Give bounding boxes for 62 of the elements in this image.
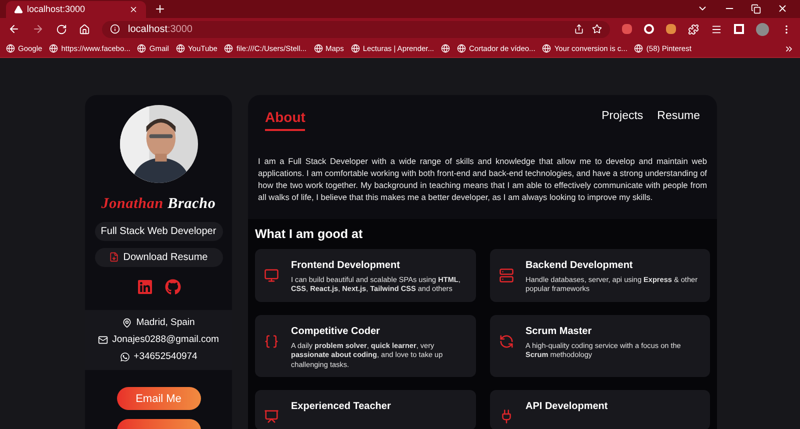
close-icon[interactable] <box>777 3 788 14</box>
restore-icon[interactable] <box>751 4 761 14</box>
presentation-icon <box>264 408 279 424</box>
tab-logo-icon <box>14 5 23 14</box>
bookmark-icon[interactable] <box>441 44 450 53</box>
cycle-icon <box>498 334 514 349</box>
browser-tab[interactable]: localhost:3000 <box>6 1 146 18</box>
download-resume-button[interactable]: Download Resume <box>94 248 222 266</box>
monitor-icon <box>264 268 279 283</box>
location-pin-icon <box>122 318 132 328</box>
close-icon[interactable] <box>129 5 138 14</box>
skill-title: Experienced Teacher <box>291 400 391 414</box>
nav-tab[interactable]: Projects <box>594 107 650 126</box>
back-icon[interactable] <box>8 23 20 35</box>
skill-title: Frontend Development <box>291 258 401 273</box>
puzzle-icon[interactable] <box>688 24 699 34</box>
phone-text: +34652540974 <box>134 350 198 364</box>
file-icon <box>109 252 120 262</box>
code-icon <box>264 334 279 349</box>
bookmark-icon[interactable] <box>137 44 146 53</box>
role-label: Full Stack Web Developer <box>94 222 222 240</box>
github-icon[interactable] <box>164 278 180 294</box>
bookmark-icon[interactable] <box>634 44 644 53</box>
star-icon[interactable] <box>592 24 602 34</box>
bookmark-icon[interactable] <box>350 44 360 53</box>
profile-avatar[interactable] <box>756 22 769 36</box>
linkedin-icon[interactable] <box>136 278 152 294</box>
home-icon[interactable] <box>79 24 90 34</box>
nav-tab[interactable]: About <box>265 107 306 131</box>
skill-title: Competitive Coder <box>291 324 381 339</box>
address-bar[interactable]: localhost:3000 <box>102 20 610 38</box>
skill-title: Scrum Master <box>526 324 593 339</box>
server-icon <box>498 268 514 283</box>
bookmark-icon[interactable] <box>542 44 552 53</box>
skills-heading: What I am good at <box>255 226 364 243</box>
phone-icon <box>120 352 130 362</box>
bookmark-icon[interactable] <box>6 44 15 53</box>
bookmark-icon[interactable] <box>457 44 466 53</box>
reload-icon[interactable] <box>56 24 67 34</box>
sidebar-icon[interactable] <box>734 24 744 34</box>
url-text: localhost:3000 <box>128 22 194 36</box>
skill-title: API Development <box>526 400 608 414</box>
info-icon <box>110 24 120 34</box>
skill-title: Backend Development <box>526 258 634 273</box>
email-button[interactable]: Email Me <box>116 387 200 410</box>
tab-title: localhost:3000 <box>27 2 86 16</box>
new-tab-icon[interactable] <box>154 3 166 15</box>
extension-icon[interactable] <box>644 24 654 34</box>
bookmark-icon[interactable] <box>314 44 322 53</box>
email-text: Jonajes0288@gmail.com <box>112 332 219 347</box>
location-text: Madrid, Spain <box>136 316 195 330</box>
share-icon[interactable] <box>574 24 584 34</box>
profile-name: Jonathan Bracho <box>101 195 216 214</box>
mail-icon <box>98 334 108 345</box>
more-bookmarks-icon[interactable] <box>784 44 794 54</box>
about-paragraph: I am a Full Stack Developer with a wide range of skills and knowledge that allow me to develop and maintain web applications. I am comfortable working with both front-end and back-end technologies, and have a strong understanding of how the two work together. My background in teaching means that I am able to effectively communicate with people from all walks of life, I believe that this makes me a better developer, as I am always looking to improve my skills. <box>257 155 708 204</box>
bookmark-icon[interactable] <box>49 44 58 53</box>
bookmark-icon[interactable] <box>224 44 234 53</box>
playlist-icon[interactable] <box>711 24 722 34</box>
nav-tab[interactable]: Resume <box>650 107 707 126</box>
bookmark-icon[interactable] <box>176 44 185 53</box>
forward-icon[interactable] <box>32 23 44 35</box>
